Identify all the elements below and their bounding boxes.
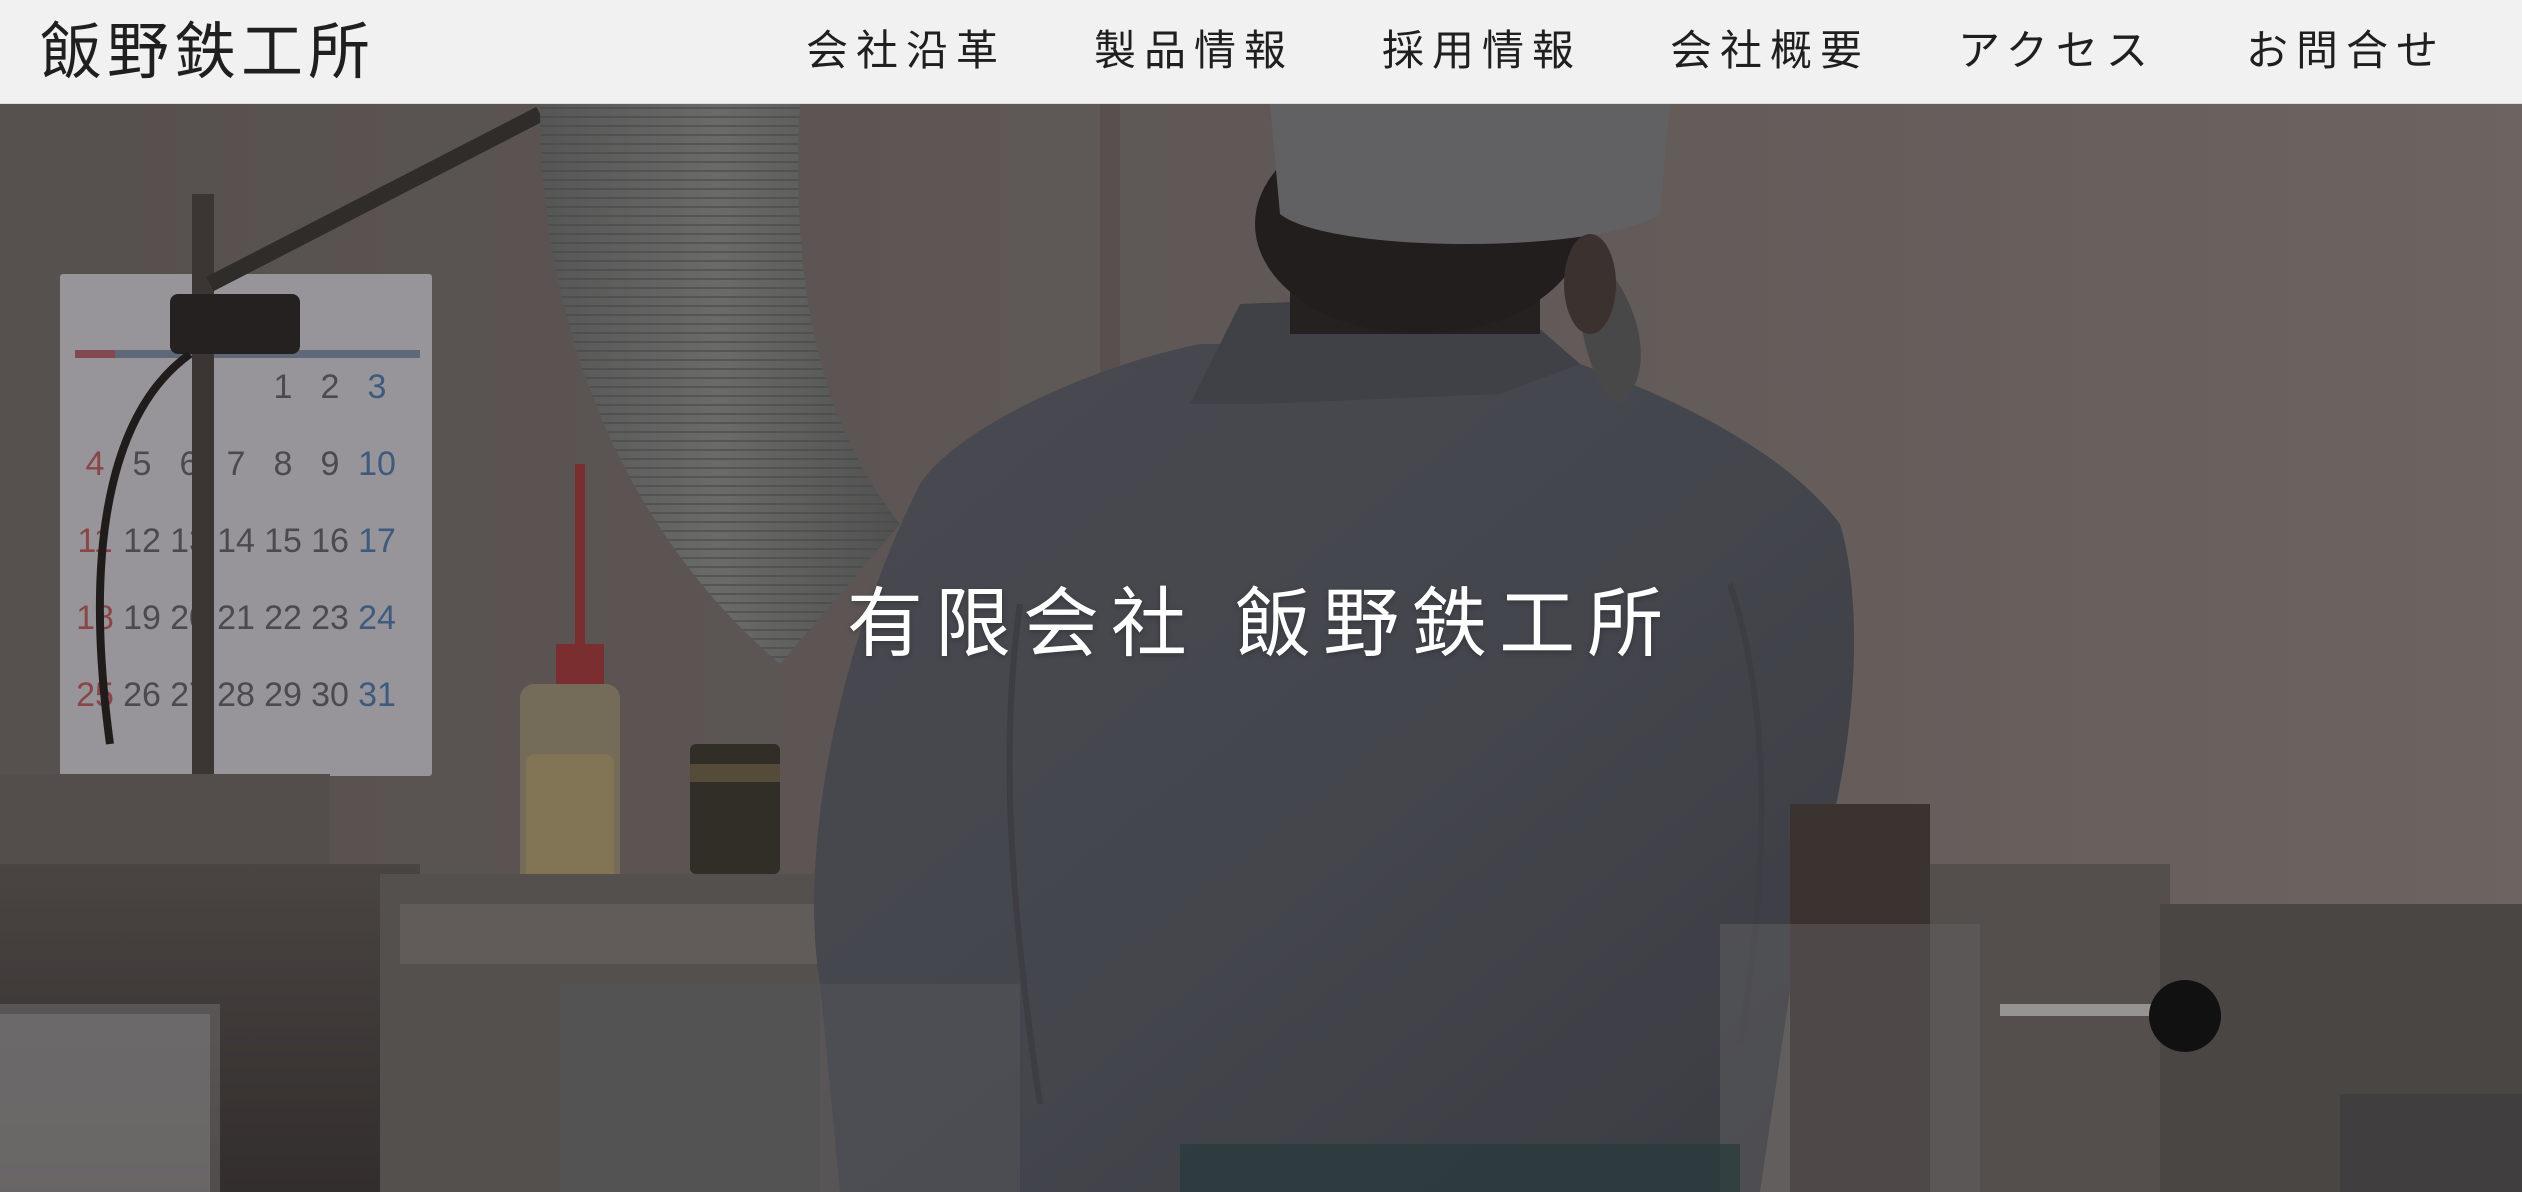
site-header: 飯野鉄工所 会社沿革 製品情報 採用情報 会社概要 アクセス お問合せ (0, 0, 2522, 104)
nav-item-access[interactable]: アクセス (1958, 22, 2182, 80)
nav-item-recruit[interactable]: 採用情報 (1382, 22, 1606, 80)
hero-title: 有限会社 飯野鉄工所 (846, 579, 1676, 668)
page: 飯野鉄工所 会社沿革 製品情報 採用情報 会社概要 アクセス お問合せ 1 2 … (0, 0, 2522, 1192)
nav-item-company[interactable]: 会社概要 (1670, 22, 1894, 80)
nav-item-contact[interactable]: お問合せ (2246, 22, 2470, 80)
main-nav: 会社沿革 製品情報 採用情報 会社概要 アクセス お問合せ (806, 22, 2470, 80)
nav-item-history[interactable]: 会社沿革 (806, 22, 1030, 80)
hero-section: 1 2 3 4 5 6 7 8 9 10 11 12 13 14 15 16 17 18 19 20 21 22 23 24 2… (0, 104, 2522, 1192)
nav-item-products[interactable]: 製品情報 (1094, 22, 1318, 80)
site-logo[interactable]: 飯野鉄工所 (40, 10, 375, 94)
